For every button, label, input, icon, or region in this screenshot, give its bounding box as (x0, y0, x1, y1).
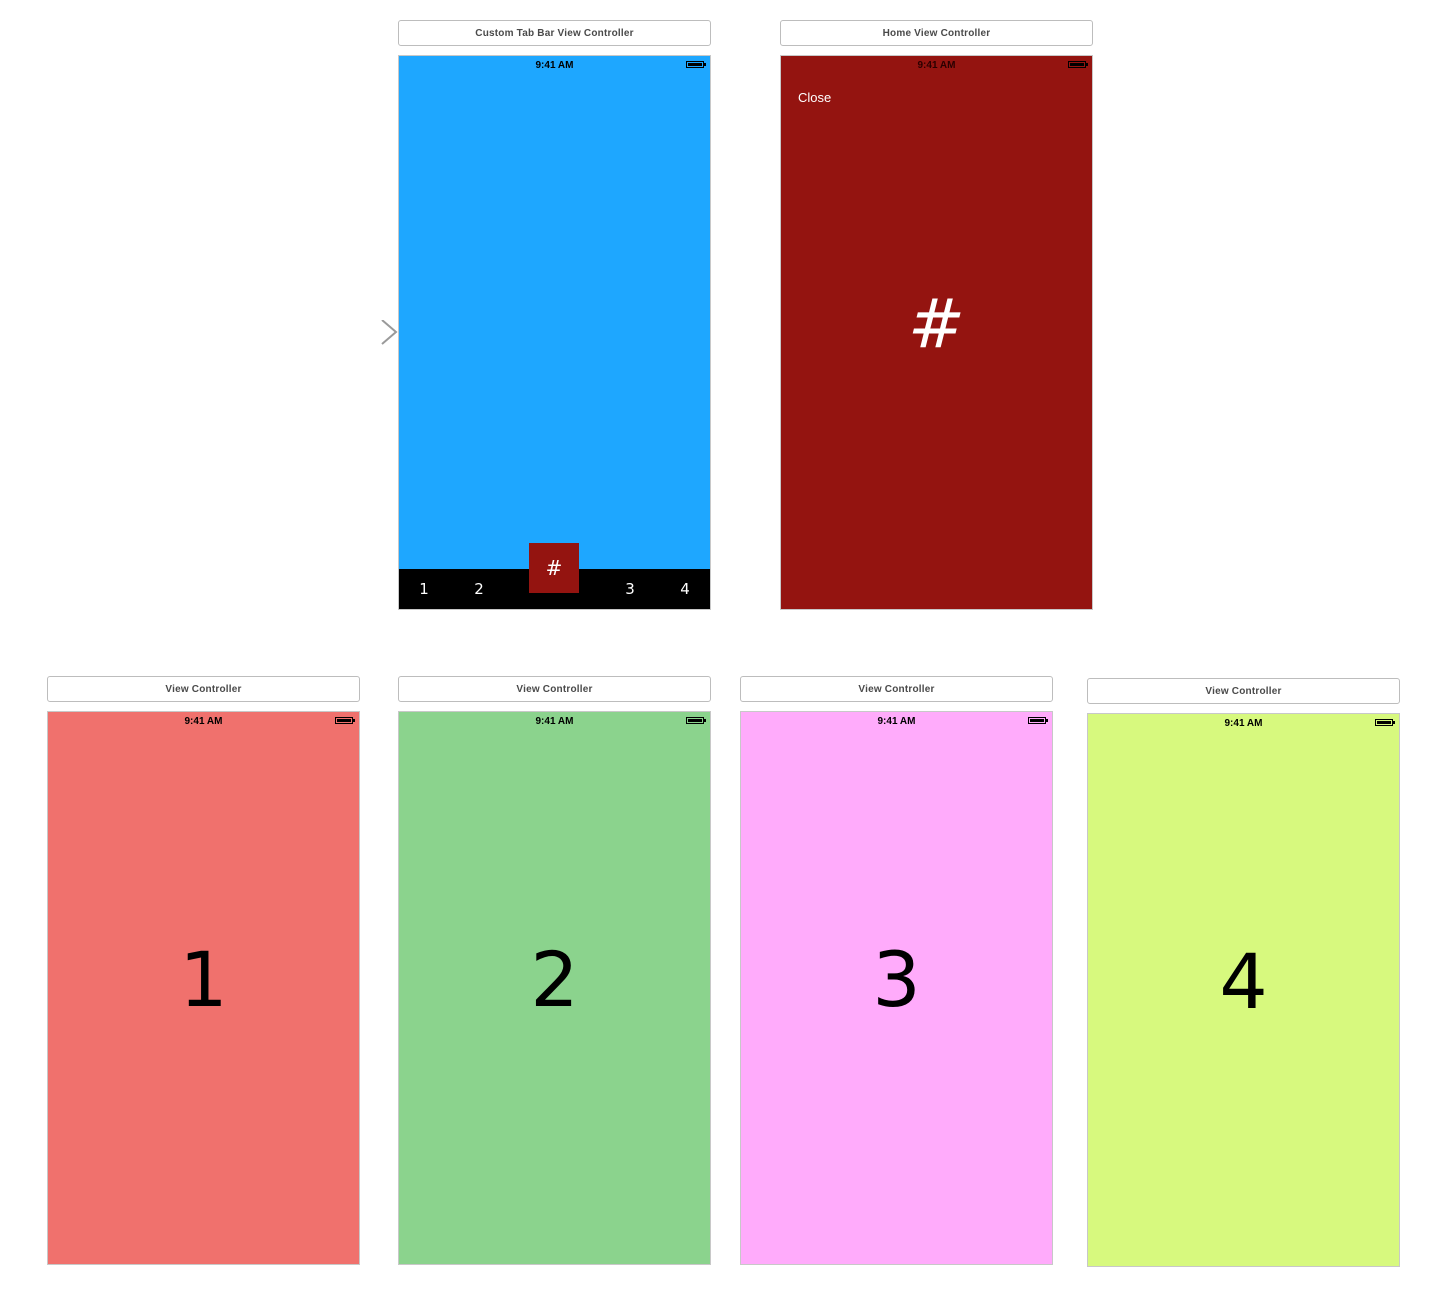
battery-icon (686, 717, 706, 724)
center-tab-button[interactable]: # (529, 543, 579, 593)
vc-number-label: 1 (179, 935, 228, 1024)
scene-title-tab-bar[interactable]: Custom Tab Bar View Controller (398, 20, 711, 46)
vc-2-screen[interactable]: 9:41 AM 2 (398, 711, 711, 1265)
scene-title-vc-4[interactable]: View Controller (1087, 678, 1400, 704)
vc-number-label: 3 (872, 935, 921, 1024)
tab-bar-screen[interactable]: 9:41 AM 1 2 3 4 # (398, 55, 711, 610)
status-time: 9:41 AM (917, 60, 956, 71)
home-screen[interactable]: 9:41 AM Close # (780, 55, 1093, 610)
status-time: 9:41 AM (184, 716, 223, 727)
tab-item-4[interactable]: 4 (670, 569, 700, 609)
scene-title-home[interactable]: Home View Controller (780, 20, 1093, 46)
entry-point-arrow-icon[interactable] (314, 320, 400, 346)
tab-item-1[interactable]: 1 (409, 569, 439, 609)
vc-number-label: 4 (1219, 937, 1268, 1026)
scene-title-vc-1[interactable]: View Controller (47, 676, 360, 702)
scene-title-vc-3[interactable]: View Controller (740, 676, 1053, 702)
battery-icon (686, 61, 706, 68)
status-time: 9:41 AM (1224, 718, 1263, 729)
status-time: 9:41 AM (877, 716, 916, 727)
close-button[interactable]: Close (798, 90, 831, 105)
vc-3-screen[interactable]: 9:41 AM 3 (740, 711, 1053, 1265)
scene-title-vc-2[interactable]: View Controller (398, 676, 711, 702)
vc-4-screen[interactable]: 9:41 AM 4 (1087, 713, 1400, 1267)
battery-icon (1375, 719, 1395, 726)
battery-icon (335, 717, 355, 724)
tab-item-2[interactable]: 2 (464, 569, 494, 609)
vc-number-label: 2 (530, 935, 579, 1024)
status-time: 9:41 AM (535, 716, 574, 727)
battery-icon (1068, 61, 1088, 68)
tab-item-3[interactable]: 3 (615, 569, 645, 609)
home-hash-label: # (908, 285, 965, 364)
storyboard-canvas: Custom Tab Bar View Controller 9:41 AM 1… (0, 0, 1442, 1296)
battery-icon (1028, 717, 1048, 724)
status-time: 9:41 AM (535, 60, 574, 71)
vc-1-screen[interactable]: 9:41 AM 1 (47, 711, 360, 1265)
